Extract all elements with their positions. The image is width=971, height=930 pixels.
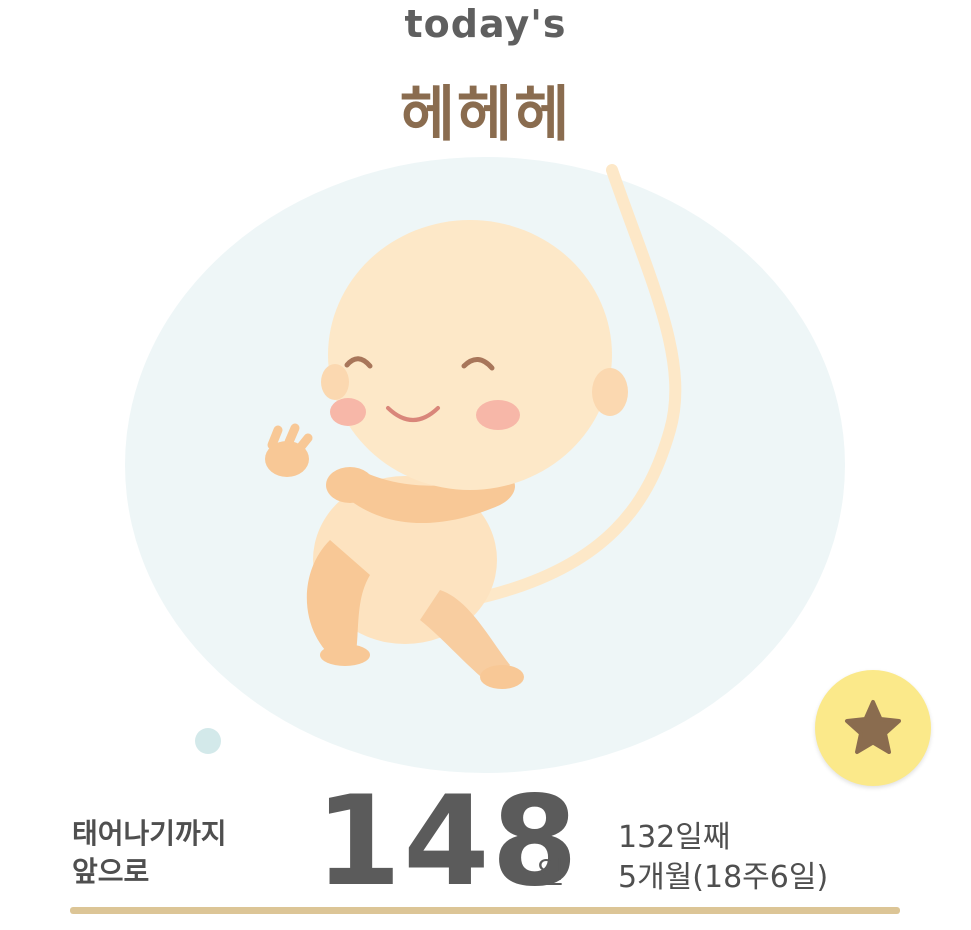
decor-dot: [195, 728, 221, 754]
baby-head: [328, 220, 612, 490]
countdown-label: 태어나기까지: [72, 817, 227, 850]
days-remaining: 148: [315, 770, 580, 914]
baby-foot-left: [320, 644, 370, 666]
star-icon: [845, 700, 901, 754]
baby-cheek-right: [476, 400, 520, 430]
days-unit: 일: [537, 856, 565, 891]
divider-bar: [70, 907, 900, 914]
baby-foot-right: [480, 665, 524, 689]
baby-ear-right: [592, 368, 628, 416]
today-label: today's: [404, 2, 567, 46]
countdown-label-remaining: 앞으로: [72, 855, 150, 888]
baby-ear-left: [321, 364, 349, 400]
day-count: 132일째: [618, 820, 731, 855]
month-week: 5개월(18주6일): [618, 860, 829, 895]
baby-name: 헤헤헤: [399, 80, 572, 150]
baby-cheek-left: [330, 398, 366, 426]
baby-hand-right: [326, 467, 374, 503]
favorite-button[interactable]: [815, 670, 931, 786]
